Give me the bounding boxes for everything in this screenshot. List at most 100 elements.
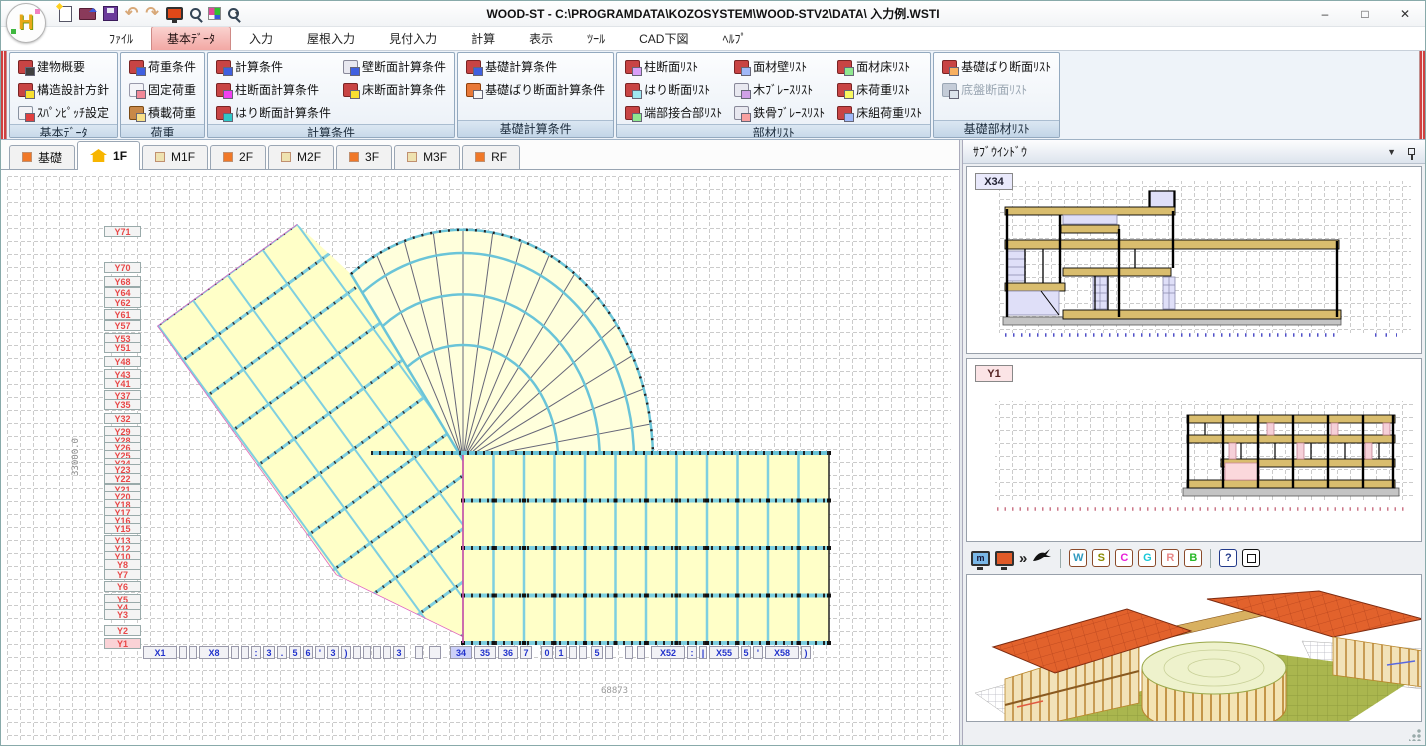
x-axis-label-X58[interactable]: X58 (765, 646, 799, 659)
x-axis-label-:[interactable]: : (251, 646, 261, 659)
plan-canvas[interactable]: Y71Y70Y68Y64Y62Y61Y57Y53Y51Y48Y43Y41Y37Y… (1, 170, 959, 745)
x-axis-label-blank-20[interactable] (429, 646, 441, 659)
ribbon-button-面材壁ﾘｽﾄ[interactable]: 面材壁ﾘｽﾄ (734, 57, 825, 76)
y-axis-label-Y7[interactable]: Y7 (104, 569, 141, 580)
ribbon-button-荷重条件[interactable]: 荷重条件 (129, 57, 196, 76)
menu-tab-計算[interactable]: 計算 (455, 26, 511, 50)
maximize-button[interactable]: □ (1345, 2, 1385, 26)
undo-icon[interactable]: ↶ (125, 5, 138, 23)
x-axis-label-35[interactable]: 35 (474, 646, 496, 659)
ribbon-button-ｽﾊﾟﾝﾋﾟｯﾁ設定[interactable]: ｽﾊﾟﾝﾋﾟｯﾁ設定 (18, 103, 109, 122)
x-axis-label-3[interactable]: 3 (393, 646, 405, 659)
y-axis-label-Y71[interactable]: Y71 (104, 226, 141, 237)
x-axis-label-34[interactable]: 34 (450, 646, 472, 659)
x-axis-label-7[interactable]: 7 (520, 646, 532, 659)
floor-tab-RF[interactable]: RF (462, 145, 520, 169)
menu-tab-ﾂｰﾙ[interactable]: ﾂｰﾙ (571, 26, 621, 50)
ribbon-button-端部接合部ﾘｽﾄ[interactable]: 端部接合部ﾘｽﾄ (625, 103, 722, 122)
elevation-view-x34[interactable]: X34 (966, 166, 1422, 354)
new-document-icon[interactable] (59, 5, 72, 23)
bird-cursor-icon[interactable] (1032, 547, 1052, 569)
floor-tab-3F[interactable]: 3F (336, 145, 392, 169)
close-button[interactable]: ✕ (1385, 2, 1425, 26)
display-icon[interactable] (166, 5, 183, 23)
y-axis-label-Y70[interactable]: Y70 (104, 262, 141, 273)
layer-w-button[interactable]: W (1069, 549, 1087, 567)
y-axis-label-Y68[interactable]: Y68 (104, 276, 141, 287)
ribbon-button-柱断面計算条件[interactable]: 柱断面計算条件 (216, 80, 331, 99)
y-axis-label-Y6[interactable]: Y6 (104, 581, 141, 592)
ribbon-button-建物概要[interactable]: 建物概要 (18, 57, 109, 76)
x-axis-label-:[interactable]: : (687, 646, 697, 659)
ribbon-button-床断面計算条件[interactable]: 床断面計算条件 (343, 80, 446, 99)
x-axis-label-|[interactable]: | (699, 646, 707, 659)
x-axis-label-0[interactable]: 0 (541, 646, 553, 659)
y-axis-label-Y61[interactable]: Y61 (104, 309, 141, 320)
y-axis-label-Y3[interactable]: Y3 (104, 609, 141, 620)
menu-tab-ﾍﾙﾌﾟ[interactable]: ﾍﾙﾌﾟ (706, 26, 762, 50)
y-axis-label-Y35[interactable]: Y35 (104, 399, 141, 410)
expand-icon[interactable]: » (1019, 550, 1027, 567)
x-axis-label-5[interactable]: 5 (741, 646, 751, 659)
menu-tab-見付入力[interactable]: 見付入力 (373, 26, 453, 50)
layer-b-button[interactable]: B (1184, 549, 1202, 567)
floor-tab-2F[interactable]: 2F (210, 145, 266, 169)
layer-c-button[interactable]: C (1115, 549, 1133, 567)
x-axis-label-36[interactable]: 36 (498, 646, 518, 659)
ribbon-button-柱断面ﾘｽﾄ[interactable]: 柱断面ﾘｽﾄ (625, 57, 722, 76)
x-axis-label-X8[interactable]: X8 (199, 646, 229, 659)
floor-tab-M2F[interactable]: M2F (268, 145, 334, 169)
resize-grip[interactable] (1409, 729, 1421, 741)
x-axis-label-'[interactable]: ' (753, 646, 763, 659)
ribbon-button-構造設計方針[interactable]: 構造設計方針 (18, 80, 109, 99)
floor-tab-M1F[interactable]: M1F (142, 145, 208, 169)
ribbon-button-基礎ばり断面計算条件[interactable]: 基礎ばり断面計算条件 (466, 80, 605, 99)
y-axis-label-Y1[interactable]: Y1 (104, 638, 141, 649)
help-button[interactable]: ? (1219, 549, 1237, 567)
elevation-view-y1[interactable]: Y1 (966, 358, 1422, 542)
x-axis-label-blank-2[interactable] (189, 646, 197, 659)
y-axis-label-Y15[interactable]: Y15 (104, 523, 141, 534)
x-axis-label-blank-14[interactable] (353, 646, 361, 659)
x-axis-label-)[interactable]: ) (801, 646, 811, 659)
ribbon-button-はり断面計算条件[interactable]: はり断面計算条件 (216, 103, 331, 122)
ribbon-button-床荷重ﾘｽﾄ[interactable]: 床荷重ﾘｽﾄ (837, 80, 922, 99)
menu-tab-屋根入力[interactable]: 屋根入力 (291, 26, 371, 50)
ribbon-button-面材床ﾘｽﾄ[interactable]: 面材床ﾘｽﾄ (837, 57, 922, 76)
layer-r-button[interactable]: R (1161, 549, 1179, 567)
x-axis-label-blank-1[interactable] (179, 646, 187, 659)
color-settings-icon[interactable] (208, 5, 221, 23)
ribbon-button-壁断面計算条件[interactable]: 壁断面計算条件 (343, 57, 446, 76)
ribbon-button-計算条件[interactable]: 計算条件 (216, 57, 331, 76)
pin-icon[interactable] (1408, 148, 1415, 155)
floor-tab-1F[interactable]: 1F (77, 141, 140, 170)
ribbon-button-積載荷重[interactable]: 積載荷重 (129, 103, 196, 122)
y-axis-label-Y41[interactable]: Y41 (104, 378, 141, 389)
x-axis-label-)[interactable]: ) (341, 646, 351, 659)
menu-tab-CAD下図[interactable]: CAD下図 (623, 26, 704, 50)
menu-tab-基本ﾃﾞｰﾀ[interactable]: 基本ﾃﾞｰﾀ (151, 26, 231, 50)
x-axis-label-blank-4[interactable] (231, 646, 239, 659)
ribbon-button-基礎ばり断面ﾘｽﾄ[interactable]: 基礎ばり断面ﾘｽﾄ (942, 57, 1051, 76)
menu-tab-表示[interactable]: 表示 (513, 26, 569, 50)
ribbon-button-はり断面ﾘｽﾄ[interactable]: はり断面ﾘｽﾄ (625, 80, 722, 99)
x-axis-label-X55[interactable]: X55 (709, 646, 739, 659)
x-axis-label-'[interactable]: ' (315, 646, 325, 659)
view-3d[interactable] (966, 574, 1422, 722)
x-axis-label-3[interactable]: 3 (263, 646, 275, 659)
y-axis-label-Y32[interactable]: Y32 (104, 413, 141, 424)
save-icon[interactable] (103, 5, 118, 23)
ribbon-button-固定荷重[interactable]: 固定荷重 (129, 80, 196, 99)
y-axis-label-Y48[interactable]: Y48 (104, 356, 141, 367)
x-axis-label-5[interactable]: 5 (591, 646, 603, 659)
minimize-button[interactable]: – (1305, 2, 1345, 26)
layer-s-button[interactable]: S (1092, 549, 1110, 567)
y-axis-label-Y62[interactable]: Y62 (104, 297, 141, 308)
x-axis-label-blank-5[interactable] (241, 646, 249, 659)
app-logo-icon[interactable]: H (6, 3, 46, 43)
x-axis-label-blank-27[interactable] (569, 646, 577, 659)
layer-g-button[interactable]: G (1138, 549, 1156, 567)
x-axis-label-5[interactable]: 5 (289, 646, 301, 659)
menu-tab-ﾌｧｲﾙ[interactable]: ﾌｧｲﾙ (93, 26, 149, 50)
x-axis-label-6[interactable]: 6 (303, 646, 313, 659)
